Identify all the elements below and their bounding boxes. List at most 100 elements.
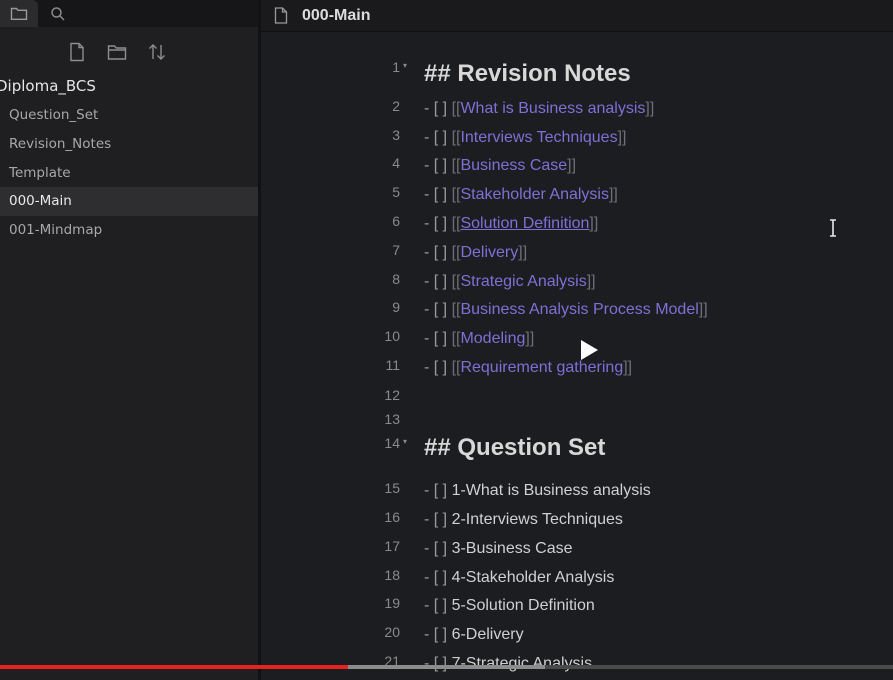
internal-link[interactable]: Business Analysis Process Model — [460, 301, 698, 318]
task-link-item: - [ ] [[Strategic Analysis]] — [424, 273, 596, 291]
internal-link[interactable]: Modeling — [460, 330, 525, 347]
link-bracket-close: ]] — [567, 157, 577, 174]
link-bracket-close: ]] — [525, 330, 535, 347]
folder-icon — [10, 7, 28, 20]
new-note-button[interactable] — [64, 38, 90, 66]
task-checkbox-prefix[interactable]: - [ ] — [424, 626, 452, 643]
task-item: - [ ] 4-Stakeholder Analysis — [424, 569, 614, 587]
document-icon — [273, 7, 289, 25]
line-number: 13 — [384, 411, 400, 427]
tab-search[interactable] — [42, 0, 74, 27]
task-text: 4-Stakeholder Analysis — [451, 569, 615, 586]
link-bracket-close: ]] — [608, 186, 618, 203]
line-number: 7 — [392, 242, 400, 258]
task-checkbox-prefix[interactable]: - [ ] — [424, 186, 452, 203]
new-note-icon — [70, 42, 84, 62]
task-item: - [ ] 5-Solution Definition — [424, 597, 595, 615]
task-checkbox-prefix[interactable]: - [ ] — [424, 301, 452, 318]
file-explorer-sidebar: Diploma_BCS Question_Set Revision_Notes … — [0, 0, 261, 680]
task-text: 5-Solution Definition — [451, 597, 595, 614]
task-link-item: - [ ] [[Stakeholder Analysis]] — [424, 186, 618, 204]
task-item: - [ ] 7-Strategic Analysis — [424, 655, 592, 673]
file-item-question-set[interactable]: Question_Set — [0, 101, 258, 130]
link-bracket-close: ]] — [623, 359, 633, 376]
file-item-revision-notes[interactable]: Revision_Notes — [0, 130, 258, 159]
line-number: 12 — [384, 387, 400, 403]
line-number: 17 — [384, 538, 400, 554]
task-link-item: - [ ] [[Interviews Techniques]] — [424, 129, 626, 147]
task-checkbox-prefix[interactable]: - [ ] — [424, 482, 452, 499]
link-bracket-close: ]] — [645, 100, 655, 117]
task-checkbox-prefix[interactable]: - [ ] — [424, 215, 452, 232]
task-link-item: - [ ] [[Modeling]] — [424, 330, 534, 348]
sidebar-tab-bar — [0, 0, 258, 27]
link-bracket-close: ]] — [518, 244, 528, 261]
line-number: 18 — [384, 567, 400, 583]
line-number: 20 — [384, 624, 400, 640]
play-icon[interactable] — [578, 338, 600, 362]
line-number: 3 — [392, 127, 400, 143]
task-checkbox-prefix[interactable]: - [ ] — [424, 100, 452, 117]
internal-link[interactable]: Strategic Analysis — [460, 273, 586, 290]
internal-link[interactable]: Stakeholder Analysis — [460, 186, 609, 203]
file-item-001-mindmap[interactable]: 001-Mindmap — [0, 216, 258, 245]
task-item: - [ ] 6-Delivery — [424, 626, 524, 644]
link-bracket-close: ]] — [698, 301, 708, 318]
line-number: 5 — [392, 184, 400, 200]
internal-link[interactable]: Business Case — [460, 157, 567, 174]
sort-icon — [149, 44, 165, 60]
line-number: 2 — [392, 98, 400, 114]
fold-arrow-icon[interactable]: ▾ — [403, 61, 407, 70]
task-link-item: - [ ] [[Business Case]] — [424, 157, 576, 175]
task-checkbox-prefix[interactable]: - [ ] — [424, 129, 452, 146]
fold-arrow-icon[interactable]: ▾ — [403, 437, 407, 446]
search-icon — [51, 6, 65, 21]
line-number: 11 — [385, 357, 400, 373]
editor-pane: 000-Main 1 ▾ ## Revision Notes 2- [ ] [[Wha… — [261, 0, 893, 680]
internal-link[interactable]: Interviews Techniques — [460, 129, 617, 146]
task-text: 3-Business Case — [451, 540, 573, 557]
internal-link[interactable]: Delivery — [460, 244, 518, 261]
sidebar-actions — [0, 38, 258, 66]
task-item: - [ ] 2-Interviews Techniques — [424, 511, 623, 529]
internal-link[interactable]: Solution Definition — [460, 215, 589, 232]
task-item: - [ ] 3-Business Case — [424, 540, 573, 558]
task-text: 2-Interviews Techniques — [451, 511, 623, 528]
task-checkbox-prefix[interactable]: - [ ] — [424, 157, 452, 174]
line-number: 15 — [384, 480, 400, 496]
sort-button[interactable] — [144, 38, 170, 66]
line-number: 9 — [392, 299, 400, 315]
task-link-item: - [ ] [[Requirement gathering]] — [424, 359, 632, 377]
task-checkbox-prefix[interactable]: - [ ] — [424, 569, 452, 586]
link-bracket-close: ]] — [617, 129, 627, 146]
task-checkbox-prefix[interactable]: - [ ] — [424, 359, 452, 376]
line-number: 14 — [384, 435, 400, 451]
document-title[interactable]: 000-Main — [302, 7, 370, 25]
task-link-item: - [ ] [[Solution Definition]] — [424, 215, 598, 233]
task-checkbox-prefix[interactable]: - [ ] — [424, 244, 452, 261]
new-folder-button[interactable] — [104, 38, 130, 66]
line-number: 1 — [392, 59, 400, 75]
task-text: 7-Strategic Analysis — [451, 655, 593, 672]
task-link-item: - [ ] [[What is Business analysis]] — [424, 100, 654, 118]
new-folder-icon — [107, 44, 127, 60]
file-item-template[interactable]: Template — [0, 159, 258, 188]
task-text: 6-Delivery — [451, 626, 524, 643]
video-progress-fill — [0, 665, 349, 669]
tab-files[interactable] — [0, 0, 38, 27]
file-item-000-main[interactable]: 000-Main — [0, 187, 258, 216]
markdown-heading: ## Question Set — [424, 434, 606, 461]
task-checkbox-prefix[interactable]: - [ ] — [424, 273, 452, 290]
task-checkbox-prefix[interactable]: - [ ] — [424, 511, 452, 528]
video-progress-bar[interactable] — [0, 665, 893, 669]
task-checkbox-prefix[interactable]: - [ ] — [424, 655, 452, 672]
vault-name[interactable]: Diploma_BCS — [0, 77, 96, 95]
task-item: - [ ] 1-What is Business analysis — [424, 482, 651, 500]
task-checkbox-prefix[interactable]: - [ ] — [424, 330, 452, 347]
link-bracket-close: ]] — [589, 215, 599, 232]
task-checkbox-prefix[interactable]: - [ ] — [424, 540, 452, 557]
task-checkbox-prefix[interactable]: - [ ] — [424, 597, 452, 614]
text-cursor-icon — [830, 219, 836, 237]
line-number: 16 — [384, 509, 400, 525]
internal-link[interactable]: What is Business analysis — [460, 100, 645, 117]
